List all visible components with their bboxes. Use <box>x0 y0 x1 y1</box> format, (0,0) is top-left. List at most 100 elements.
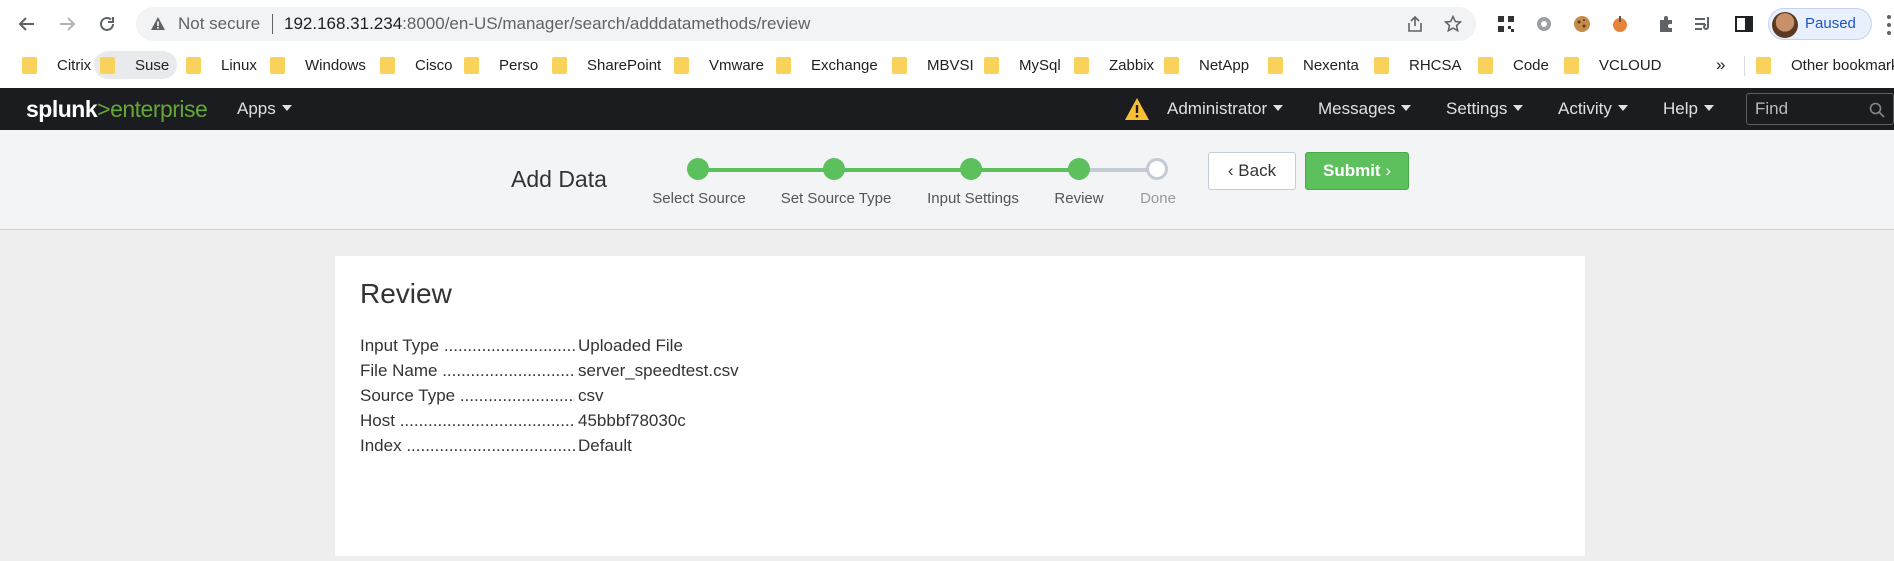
bookmark-folder[interactable]: Linux <box>180 51 265 79</box>
folder-icon <box>1756 56 1771 74</box>
address-bar[interactable]: Not secure 192.168.31.234:8000/en-US/man… <box>136 7 1476 41</box>
help-menu[interactable]: Help <box>1663 99 1714 119</box>
help-label: Help <box>1663 99 1698 118</box>
step-label-set-source-type: Set Source Type <box>780 190 892 207</box>
folder-icon <box>22 56 37 74</box>
bookmark-label: MySql <box>1019 56 1061 74</box>
search-icon[interactable] <box>1869 102 1885 118</box>
submit-button[interactable]: Submit › <box>1305 152 1409 190</box>
splunk-logo[interactable]: splunk>enterprise <box>26 96 208 123</box>
bookmark-label: Citrix <box>57 56 92 74</box>
not-secure-warning-icon[interactable] <box>150 16 166 32</box>
side-panel-icon[interactable] <box>1733 13 1755 35</box>
bookmark-folder[interactable]: Exchange <box>770 51 886 79</box>
security-label[interactable]: Not secure <box>178 14 260 34</box>
gear-extension-icon[interactable] <box>1533 13 1555 35</box>
folder-icon <box>1478 56 1493 74</box>
review-value: Default <box>578 436 632 455</box>
folder-icon <box>100 56 115 74</box>
cookie-editor-icon[interactable] <box>1609 13 1631 35</box>
step-label-review: Review <box>1054 190 1104 207</box>
cookie-icon[interactable] <box>1571 13 1593 35</box>
avatar <box>1772 12 1798 38</box>
logo-gt: > <box>97 96 111 122</box>
find-input[interactable] <box>1755 99 1865 119</box>
bookmark-folder[interactable]: VCLOUD <box>1558 51 1670 79</box>
folder-icon <box>270 56 285 74</box>
url-path: :8000/en-US/manager/search/adddatamethod… <box>402 14 811 33</box>
folder-icon <box>380 56 395 74</box>
bookmark-folder[interactable]: Perso <box>458 51 546 79</box>
bookmark-label: VCLOUD <box>1599 56 1662 74</box>
url-text[interactable]: 192.168.31.234:8000/en-US/manager/search… <box>284 14 810 34</box>
settings-menu[interactable]: Settings <box>1446 99 1524 119</box>
bookmark-label: Windows <box>305 56 366 74</box>
bookmark-label: Nexenta <box>1303 56 1359 74</box>
review-value: 45bbbf78030c <box>578 411 686 430</box>
folder-icon <box>1268 56 1283 74</box>
bookmark-label: Cisco <box>415 56 453 74</box>
bookmark-label: Perso <box>499 56 539 74</box>
step-dot-input-settings[interactable] <box>960 158 982 180</box>
bookmark-folder[interactable]: Citrix <box>16 51 99 79</box>
bookmark-folder[interactable]: Cisco <box>374 51 461 79</box>
review-panel: Review Input Type ......................… <box>335 256 1585 556</box>
reload-icon[interactable] <box>93 10 121 38</box>
caret-down-icon <box>1703 105 1714 111</box>
bookmark-folder[interactable]: MBVSI <box>886 51 982 79</box>
step-dot-set-source-type[interactable] <box>823 158 845 180</box>
bookmark-folder[interactable]: Zabbix <box>1068 51 1162 79</box>
other-bookmarks-folder[interactable]: Other bookmarks <box>1750 51 1894 79</box>
folder-icon <box>186 56 201 74</box>
settings-label: Settings <box>1446 99 1508 118</box>
caret-down-icon <box>1513 105 1524 111</box>
bookmark-folder[interactable]: Suse <box>94 51 178 79</box>
folder-icon <box>1074 56 1089 74</box>
review-key: Host ...................................… <box>360 411 575 430</box>
media-control-icon[interactable] <box>1692 13 1714 35</box>
back-button[interactable]: ‹ Back <box>1208 152 1296 190</box>
review-value: server_speedtest.csv <box>578 361 739 380</box>
messages-label: Messages <box>1318 99 1396 118</box>
folder-icon <box>984 56 999 74</box>
find-box[interactable] <box>1746 93 1894 125</box>
bookmark-folder[interactable]: NetApp <box>1158 51 1257 79</box>
bookmark-star-icon[interactable] <box>1444 15 1462 33</box>
review-key: Index ..................................… <box>360 436 575 455</box>
bookmark-folder[interactable]: RHCSA <box>1368 51 1470 79</box>
share-icon[interactable] <box>1406 15 1424 33</box>
apps-label: Apps <box>237 99 276 118</box>
messages-menu[interactable]: Messages <box>1318 99 1412 119</box>
bookmark-folder[interactable]: Vmware <box>668 51 772 79</box>
bookmark-label: RHCSA <box>1409 56 1462 74</box>
bookmark-folder[interactable]: SharePoint <box>546 51 669 79</box>
wizard-steps: Select Source Set Source Type Input Sett… <box>0 130 1894 230</box>
step-dot-review <box>1068 158 1090 180</box>
step-label-done: Done <box>1140 190 1176 207</box>
folder-icon <box>892 56 907 74</box>
activity-label: Activity <box>1558 99 1612 118</box>
bookmark-folder[interactable]: MySql <box>978 51 1069 79</box>
bookmark-folder[interactable]: Code <box>1472 51 1557 79</box>
caret-down-icon <box>1617 105 1628 111</box>
activity-menu[interactable]: Activity <box>1558 99 1628 119</box>
back-arrow-icon[interactable] <box>13 10 41 38</box>
more-bookmarks-chevron-icon[interactable]: » <box>1716 55 1725 75</box>
bookmark-folder[interactable]: Nexenta <box>1262 51 1367 79</box>
bookmarks-bar: Citrix Suse Linux Windows Cisco Perso Sh… <box>0 47 1894 81</box>
profile-button[interactable]: Paused <box>1768 8 1872 40</box>
browser-menu-icon[interactable] <box>1884 14 1894 36</box>
qr-code-icon[interactable] <box>1495 13 1517 35</box>
step-dot-select-source[interactable] <box>687 158 709 180</box>
bookmark-label: Exchange <box>811 56 878 74</box>
progress-line-complete <box>698 168 1078 172</box>
forward-arrow-icon[interactable] <box>53 10 81 38</box>
warning-icon[interactable] <box>1124 97 1150 121</box>
bookmarks-divider <box>1744 56 1745 76</box>
bookmark-folder[interactable]: Windows <box>264 51 374 79</box>
bookmark-label: Zabbix <box>1109 56 1155 74</box>
administrator-menu[interactable]: Administrator <box>1167 99 1284 119</box>
apps-menu[interactable]: Apps <box>237 99 292 119</box>
extensions-puzzle-icon[interactable] <box>1655 13 1677 35</box>
folder-icon <box>1164 56 1179 74</box>
